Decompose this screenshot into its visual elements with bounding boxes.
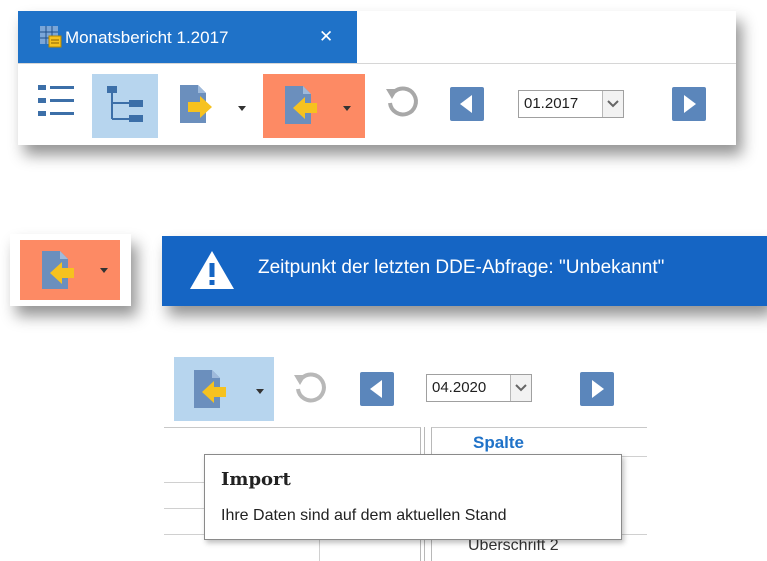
column-header-spalte[interactable]: Spalte — [473, 433, 524, 453]
list-icon — [36, 82, 76, 124]
tab-title: Monatsbericht 1.2017 — [65, 28, 229, 47]
chevron-down-icon[interactable] — [510, 375, 531, 401]
refresh-button[interactable] — [378, 79, 428, 129]
month-select[interactable]: 04.2020 — [426, 374, 532, 402]
triangle-left-icon — [460, 95, 472, 113]
refresh-icon — [292, 369, 330, 411]
import-dropdown-icon[interactable] — [343, 106, 351, 111]
report-icon — [40, 26, 62, 48]
import-button-highlighted[interactable] — [20, 240, 120, 300]
list-view-button[interactable] — [31, 78, 81, 128]
export-dropdown-icon[interactable] — [238, 106, 246, 111]
dde-banner-message: Zeitpunkt der letzten DDE-Abfrage: "Unbe… — [258, 257, 665, 278]
dde-banner-panel: Zeitpunkt der letzten DDE-Abfrage: "Unbe… — [162, 236, 767, 306]
export-icon — [176, 83, 216, 129]
triangle-right-icon — [684, 95, 696, 113]
chevron-down-icon[interactable] — [602, 91, 623, 117]
previous-month-button[interactable] — [450, 87, 484, 121]
triangle-right-icon — [592, 380, 604, 398]
month-select-value: 01.2017 — [524, 95, 579, 112]
toolbar-grid-panel: 04.2020 Spalte Überschrift 2 Import Ihre… — [164, 352, 647, 561]
import-tooltip: Import Ihre Daten sind auf dem aktuellen… — [204, 454, 622, 540]
tab-close-icon[interactable]: ✕ — [319, 27, 333, 47]
import-button-panel — [10, 234, 131, 306]
toolbar-1: 01.2017 — [18, 63, 736, 145]
tab-monatsbericht[interactable]: Monatsbericht 1.2017 ✕ — [18, 11, 357, 63]
import-icon — [36, 249, 76, 295]
month-select[interactable]: 01.2017 — [518, 90, 624, 118]
refresh-button[interactable] — [287, 366, 335, 414]
import-icon — [188, 368, 228, 414]
export-button[interactable] — [163, 74, 229, 138]
import-button[interactable] — [174, 357, 274, 421]
import-dropdown-icon[interactable] — [100, 268, 108, 273]
tree-icon — [103, 84, 147, 128]
previous-month-button[interactable] — [360, 372, 394, 406]
import-dropdown-icon[interactable] — [256, 389, 264, 394]
import-icon — [279, 84, 319, 130]
next-month-button[interactable] — [672, 87, 706, 121]
tab-strip: Monatsbericht 1.2017 ✕ — [18, 11, 736, 64]
tooltip-title: Import — [221, 469, 291, 490]
import-button[interactable] — [263, 74, 365, 138]
tooltip-text: Ihre Daten sind auf dem aktuellen Stand — [221, 507, 507, 524]
tree-view-button[interactable] — [92, 74, 158, 138]
toolbar-window-panel: Monatsbericht 1.2017 ✕ 01.2017 — [18, 11, 736, 145]
triangle-left-icon — [370, 380, 382, 398]
warning-icon — [188, 248, 236, 296]
next-month-button[interactable] — [580, 372, 614, 406]
refresh-icon — [384, 83, 422, 125]
month-select-value: 04.2020 — [432, 379, 487, 396]
